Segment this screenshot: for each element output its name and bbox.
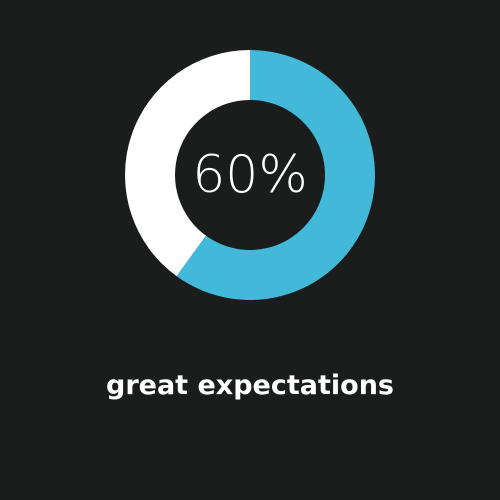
chart-caption: great expectations [106, 370, 394, 401]
donut-center-value: 60% [192, 145, 308, 205]
chart-stage: 60% great expectations [0, 0, 500, 500]
donut-chart [124, 50, 375, 300]
